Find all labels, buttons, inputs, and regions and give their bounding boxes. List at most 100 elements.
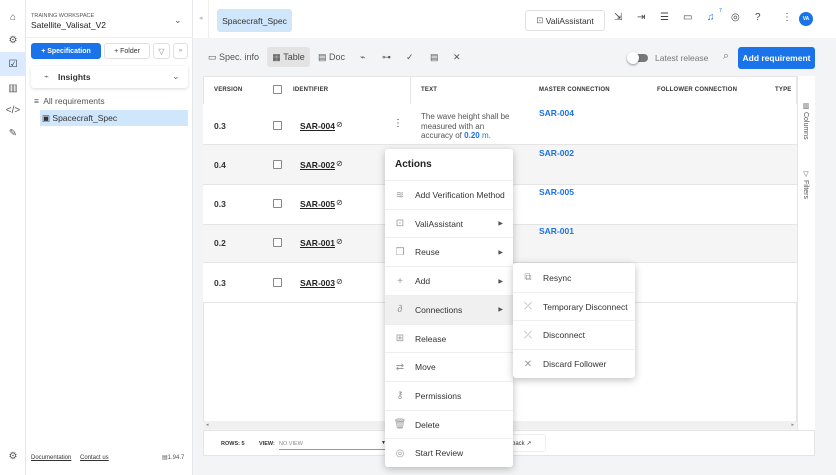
submenu-item-temporary-disconnect[interactable]: ⤫ Temporary Disconnect [513, 291, 635, 321]
menu-item-delete[interactable]: 🗑 Delete [385, 409, 513, 439]
header-type[interactable]: TYPE [775, 76, 791, 104]
bell-icon[interactable]: ♫ [707, 12, 715, 23]
menu-item-release[interactable]: ⊞ Release [385, 323, 513, 353]
submenu-item-resync[interactable]: ⧉ Resync [513, 263, 635, 292]
submenu-item-label: Resync [543, 272, 572, 283]
row-checkbox[interactable] [273, 121, 282, 130]
caret-right-icon: ▶ [498, 221, 503, 228]
identifier-link[interactable]: SAR-002 [300, 160, 335, 170]
collapse-sidebar-icon[interactable]: ◂ [199, 14, 203, 22]
table-view-button[interactable]: ▦ Table [267, 47, 310, 67]
tools-icon[interactable]: ✕ [453, 52, 461, 63]
doc-label: Doc [329, 52, 346, 62]
row-checkbox[interactable] [273, 278, 282, 287]
workspace-chevron-icon[interactable]: ⌄ [174, 15, 182, 26]
header-follower-connection[interactable]: FOLLOWER CONNECTION [657, 76, 737, 104]
header-master-connection[interactable]: MASTER CONNECTION [539, 76, 610, 104]
search-icon[interactable]: ⌕ [723, 50, 729, 63]
submenu-item-discard-follower[interactable]: ✕ Discard Follower [513, 349, 635, 378]
version-cell: 0.3 [214, 121, 226, 131]
identifier-link[interactable]: SAR-003 [300, 278, 335, 288]
external-link-icon: ↗ [526, 441, 532, 447]
master-connection-link[interactable]: SAR-004 [539, 108, 574, 118]
submenu-item-label: Disconnect [543, 330, 586, 341]
header-text[interactable]: TEXT [421, 76, 437, 104]
select-all-checkbox[interactable] [273, 85, 282, 94]
tag-icon[interactable]: ✎ [0, 122, 26, 144]
add-specification-button[interactable]: + Specification [31, 43, 101, 59]
menu-item-permissions[interactable]: ⚷ Permissions [385, 380, 513, 410]
insights-dropdown[interactable]: ⌁ Insights ⌄ [31, 66, 188, 88]
home-icon[interactable]: ⌂ [0, 6, 26, 28]
filters-panel-button[interactable]: ▽ Filters [801, 170, 809, 199]
chevron-down-icon: ⌄ [172, 71, 180, 81]
master-connection-link[interactable]: SAR-001 [539, 226, 574, 236]
header-identifier[interactable]: IDENTIFIER [293, 76, 328, 104]
menu-item-valiassistant[interactable]: ⊡ ValiAssistant ▶ [385, 208, 513, 238]
analytics-icon[interactable]: ▥ [0, 77, 26, 99]
view-select[interactable]: NO VIEW ▼ [279, 438, 386, 450]
robot-icon: ⊡ [536, 15, 544, 25]
export-icon[interactable]: ⇥ [637, 12, 645, 23]
master-connection-link[interactable]: SAR-002 [539, 148, 574, 158]
all-requirements-label: All requirements [43, 96, 105, 106]
move-icon: ⇄ [395, 361, 405, 373]
menu-item-label: Add [415, 276, 431, 287]
graph-icon[interactable]: ⊶ [382, 52, 391, 63]
identifier-link[interactable]: SAR-005 [300, 199, 335, 209]
add-requirement-button[interactable]: Add requirement [738, 47, 815, 69]
code-icon[interactable]: </> [0, 99, 26, 121]
chart-icon[interactable]: ⌁ [360, 52, 365, 63]
settings-icon[interactable]: ⚙ [0, 445, 26, 467]
identifier-link[interactable]: SAR-004 [300, 121, 335, 131]
row-checkbox[interactable] [273, 160, 282, 169]
collapse-icon[interactable]: » [173, 43, 188, 59]
row-checkbox[interactable] [273, 199, 282, 208]
spec-item-label: Spacecraft_Spec [52, 113, 118, 123]
menu-item-reuse[interactable]: ❐ Reuse ▶ [385, 237, 513, 266]
status-icon: ⊘ [336, 120, 343, 129]
tab-spacecraft-spec[interactable]: Spacecraft_Spec [217, 9, 292, 32]
identifier-link[interactable]: SAR-001 [300, 238, 335, 248]
workspace-label: TRAINING WORKSPACE [31, 13, 95, 19]
spec-info-button[interactable]: ▭ Spec. info [208, 52, 259, 63]
avatar[interactable]: VA [799, 12, 813, 26]
matrix-icon[interactable]: ▤ [430, 52, 439, 63]
import-icon[interactable]: ⇲ [614, 12, 622, 23]
menu-item-move[interactable]: ⇄ Move [385, 352, 513, 381]
header-version[interactable]: VERSION [214, 76, 242, 104]
documentation-link[interactable]: Documentation [31, 455, 71, 461]
trash-icon: 🗑 [393, 419, 407, 431]
doc-view-button[interactable]: ▤ Doc [318, 52, 345, 63]
submenu-item-disconnect[interactable]: ⤫ Disconnect [513, 320, 635, 349]
latest-release-toggle[interactable] [627, 52, 648, 64]
menu-item-connections[interactable]: ∂ Connections ▶ [385, 294, 513, 324]
help-icon[interactable]: ? [755, 12, 761, 23]
menu-item-start-review[interactable]: ◎ Start Review [385, 438, 513, 467]
requirements-icon[interactable]: ☑ [0, 52, 26, 76]
table-row[interactable]: 0.3 SAR-004 ⊘ ⋮ The wave height shall be… [203, 104, 797, 145]
filter-icon[interactable]: ▽ [153, 43, 170, 59]
columns-panel-button[interactable]: ▥ Columns [801, 102, 809, 140]
comments-icon[interactable]: ▭ [683, 12, 692, 23]
master-connection-link[interactable]: SAR-005 [539, 187, 574, 197]
add-folder-button[interactable]: + Folder [104, 43, 150, 59]
tree-item-spacecraft-spec[interactable]: ▣ Spacecraft_Spec [40, 110, 188, 126]
satellite-icon[interactable]: ⚙ [0, 29, 26, 51]
menu-item-add[interactable]: + Add ▶ [385, 266, 513, 295]
menu-item-add-verification-method[interactable]: ≋ Add Verification Method [385, 180, 513, 209]
checklist-icon[interactable]: ☰ [660, 12, 669, 23]
info-card-icon: ▭ [208, 52, 217, 62]
actions-menu: Actions ≋ Add Verification Method ⊡ ValiAss… [385, 149, 513, 467]
row-actions-icon[interactable]: ⋮ [393, 118, 403, 129]
row-checkbox[interactable] [273, 238, 282, 247]
valiassistant-button[interactable]: ⊡ ValiAssistant [525, 10, 605, 31]
menu-item-label: Release [415, 333, 447, 344]
connections-submenu: ⧉ Resync ⤫ Temporary Disconnect ⤫ Disconnect ✕… [513, 263, 635, 378]
check-icon[interactable]: ✓ [406, 52, 414, 63]
filters-label: Filters [802, 179, 809, 200]
contact-link[interactable]: Contact us [80, 455, 109, 461]
check-circle-icon[interactable]: ◎ [731, 12, 740, 23]
all-requirements-item[interactable]: ≡ All requirements [34, 96, 105, 106]
more-icon[interactable]: ⋮ [782, 12, 792, 23]
